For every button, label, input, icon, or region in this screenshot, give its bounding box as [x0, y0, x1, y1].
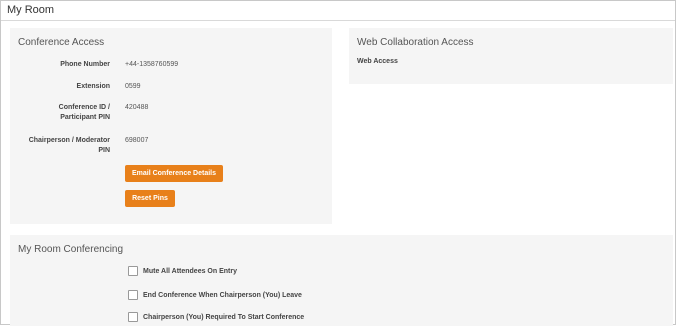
conference-access-panel: Conference Access Phone Number +44-13587… — [10, 28, 332, 224]
phone-number-label: Phone Number — [60, 61, 110, 68]
chairperson-pin-value: 698007 — [125, 137, 149, 144]
my-room-window: My Room Conference Access Phone Number +… — [0, 0, 676, 326]
conference-id-value: 420488 — [125, 104, 149, 111]
conference-id-label-line1: Conference ID / — [58, 104, 110, 111]
end-conference-option[interactable]: End Conference When Chairperson (You) Le… — [128, 290, 302, 300]
web-collaboration-panel: Web Collaboration Access Web Access — [349, 28, 673, 84]
mute-attendees-option[interactable]: Mute All Attendees On Entry — [128, 266, 237, 276]
mute-attendees-label: Mute All Attendees On Entry — [143, 267, 237, 275]
title-divider — [1, 20, 675, 21]
chairperson-required-label: Chairperson (You) Required To Start Conf… — [143, 313, 305, 321]
chairperson-pin-label-line1: Chairperson / Moderator — [28, 137, 110, 144]
chairperson-required-option[interactable]: Chairperson (You) Required To Start Conf… — [128, 312, 304, 322]
web-access-label: Web Access — [357, 58, 398, 65]
conference-id-label: Conference ID / Participant PIN — [10, 103, 110, 123]
extension-value: 0599 — [125, 83, 141, 90]
end-conference-checkbox[interactable] — [128, 290, 138, 300]
extension-label: Extension — [76, 83, 110, 90]
chairperson-pin-label-line2: PIN — [98, 147, 110, 154]
end-conference-label: End Conference When Chairperson (You) Le… — [143, 291, 302, 299]
web-collaboration-heading: Web Collaboration Access — [357, 37, 474, 48]
page-title: My Room — [7, 4, 55, 16]
mute-attendees-checkbox[interactable] — [128, 266, 138, 276]
chairperson-required-checkbox[interactable] — [128, 312, 138, 322]
phone-number-value: +44-1358760599 — [125, 61, 179, 68]
room-conferencing-heading: My Room Conferencing — [18, 244, 124, 255]
conference-id-label-line2: Participant PIN — [60, 114, 110, 121]
reset-pins-button[interactable]: Reset Pins — [125, 190, 175, 207]
conference-access-heading: Conference Access — [18, 37, 105, 48]
room-conferencing-panel: My Room Conferencing Mute All Attendees … — [10, 235, 673, 326]
chairperson-pin-label: Chairperson / Moderator PIN — [10, 136, 110, 156]
email-conference-details-button[interactable]: Email Conference Details — [125, 165, 223, 182]
